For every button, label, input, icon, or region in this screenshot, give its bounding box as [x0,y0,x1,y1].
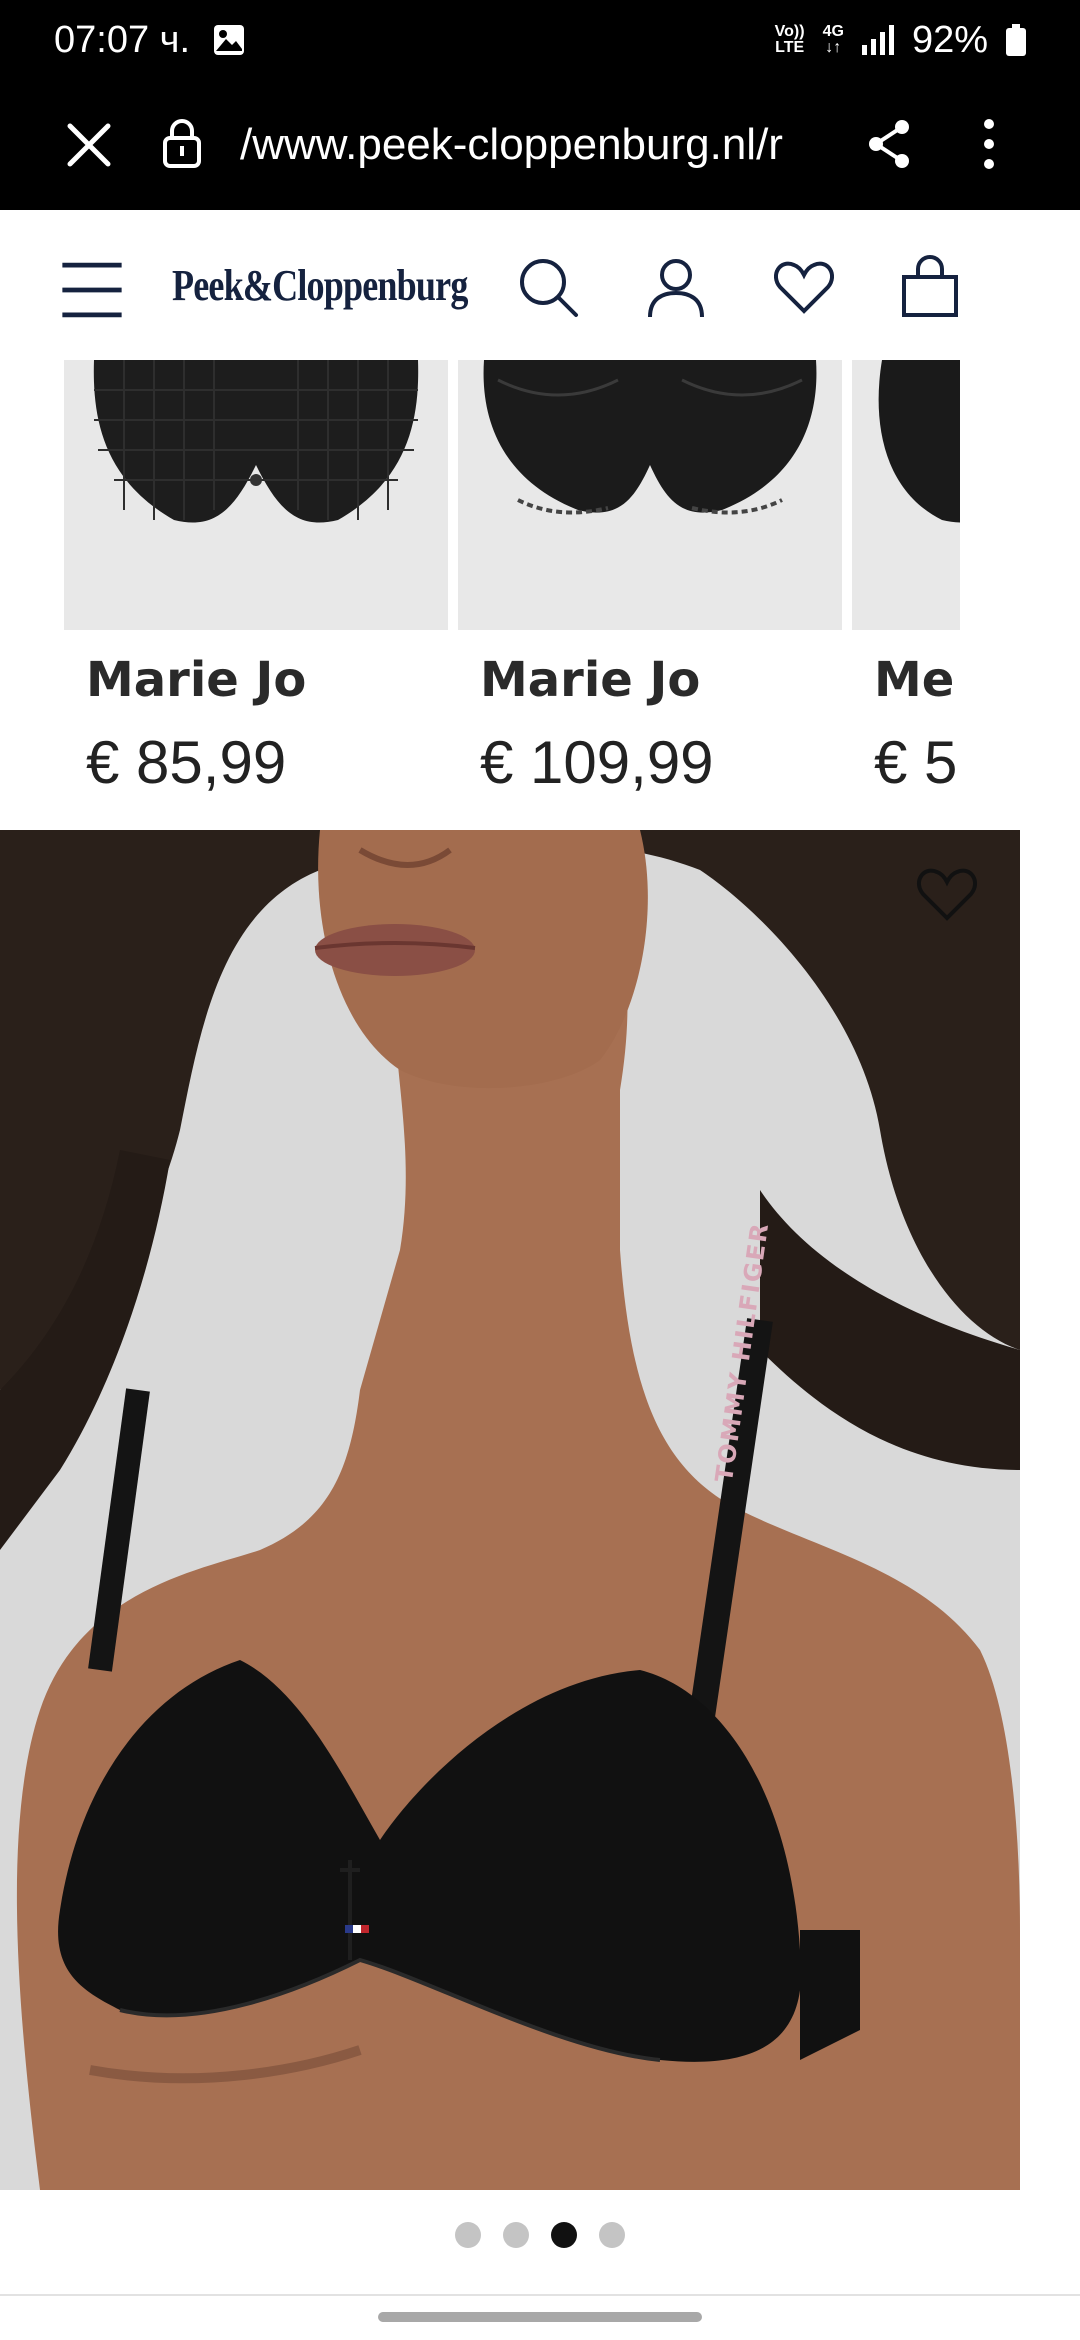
wishlist-icon[interactable] [772,255,836,319]
status-bar: 07:07 ч. Vo)) LTE 4G ↓↑ 92% [0,0,1080,80]
volte-indicator: Vo)) LTE [774,23,805,56]
product-price: € 109,99 [480,729,714,796]
product-card[interactable]: Marie Jo € 85,99 [64,360,448,797]
pagination-dot[interactable] [599,2222,625,2248]
pagination-dot[interactable] [503,2222,529,2248]
product-brand[interactable]: Marie Jo [64,652,448,708]
product-image[interactable] [458,360,842,630]
pagination-dot[interactable] [455,2222,481,2248]
product-price: € 85,99 [86,729,287,796]
more-options-icon[interactable] [982,118,996,170]
product-carousel[interactable]: Marie Jo € 85,99 Marie Jo € 109,99 Me € … [0,360,960,830]
battery-percent: 92% [911,18,988,61]
signal-icon [861,25,894,55]
browser-toolbar: /www.peek-cloppenburg.nl/r [0,80,1080,210]
product-main-image[interactable]: TOMMY HILFIGER [0,830,1020,2190]
account-icon[interactable] [644,255,708,319]
site-header: Peek&Cloppenburg [0,210,1080,360]
status-time: 07:07 ч. [54,18,191,61]
url-field[interactable]: /www.peek-cloppenburg.nl/r [240,120,820,170]
cart-icon[interactable] [898,255,962,319]
product-brand[interactable]: Me [852,652,960,708]
product-price: € 5 [874,729,958,796]
product-card[interactable]: Marie Jo € 109,99 [458,360,842,797]
close-icon[interactable] [66,122,112,168]
battery-icon [1006,24,1026,56]
lock-icon[interactable] [162,118,202,168]
wishlist-icon[interactable] [916,866,978,922]
product-image[interactable] [64,360,448,630]
divider [0,2294,1080,2296]
image-pagination [0,2222,1080,2248]
product-card[interactable]: Me € 5 [852,360,960,797]
product-brand[interactable]: Marie Jo [458,652,842,708]
menu-icon[interactable] [60,258,124,322]
search-icon[interactable] [516,255,580,319]
site-logo[interactable]: Peek&Cloppenburg [172,260,468,311]
gallery-icon [214,25,245,55]
network-gen: 4G ↓↑ [822,23,844,56]
share-icon[interactable] [866,118,912,170]
product-image[interactable] [852,360,960,630]
pagination-dot-active[interactable] [551,2222,577,2248]
gesture-nav-bar[interactable] [378,2312,702,2322]
model-photo [0,830,1020,2190]
